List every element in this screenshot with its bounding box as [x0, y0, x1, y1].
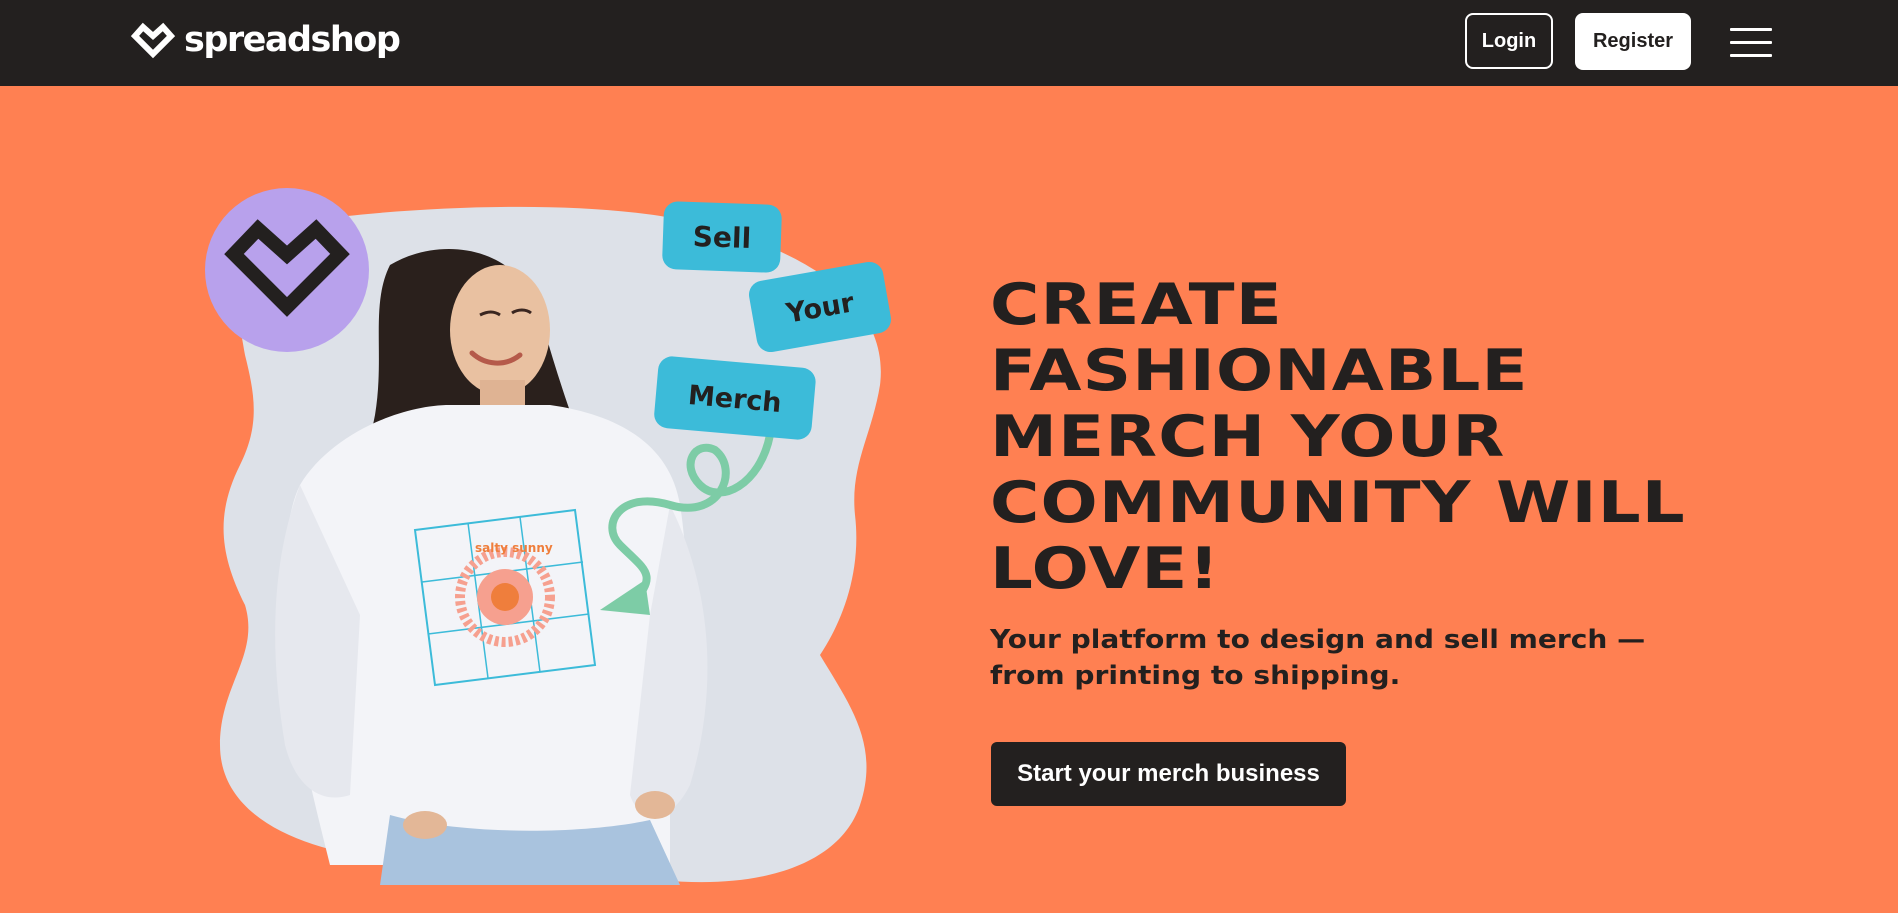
register-button[interactable]: Register — [1575, 13, 1691, 70]
shirt-print-text: salty sunny — [475, 541, 553, 555]
hamburger-menu-icon[interactable] — [1730, 26, 1772, 58]
top-navigation-bar: spreadshop Login Register — [0, 0, 1898, 86]
start-merch-business-button[interactable]: Start your merch business — [991, 742, 1346, 806]
tag-sell: Sell — [662, 201, 782, 273]
headline-line: MERCH YOUR — [990, 404, 1506, 470]
spreadshop-logo[interactable]: spreadshop — [130, 18, 401, 62]
tag-sell-label: Sell — [692, 220, 751, 255]
subheadline-line: from printing to shipping. — [990, 661, 1401, 691]
brand-badge — [205, 188, 369, 352]
logo-wordmark: spreadshop — [184, 19, 401, 60]
tag-merch: Merch — [654, 356, 816, 440]
heart-logo-icon — [130, 22, 176, 59]
headline-line: COMMUNITY WILL — [990, 470, 1686, 536]
login-button[interactable]: Login — [1465, 13, 1553, 69]
hero-subheadline: Your platform to design and sell merch —… — [990, 622, 1646, 694]
headline-line: LOVE! — [990, 536, 1221, 602]
hero-headline: CREATE FASHIONABLE MERCH YOUR COMMUNITY … — [990, 272, 1840, 602]
headline-line: FASHIONABLE — [990, 338, 1529, 404]
headline-line: CREATE — [990, 272, 1283, 338]
hero-illustration: salty sunny Sell Your Merch — [205, 188, 891, 885]
subheadline-line: Your platform to design and sell merch — — [990, 625, 1646, 655]
